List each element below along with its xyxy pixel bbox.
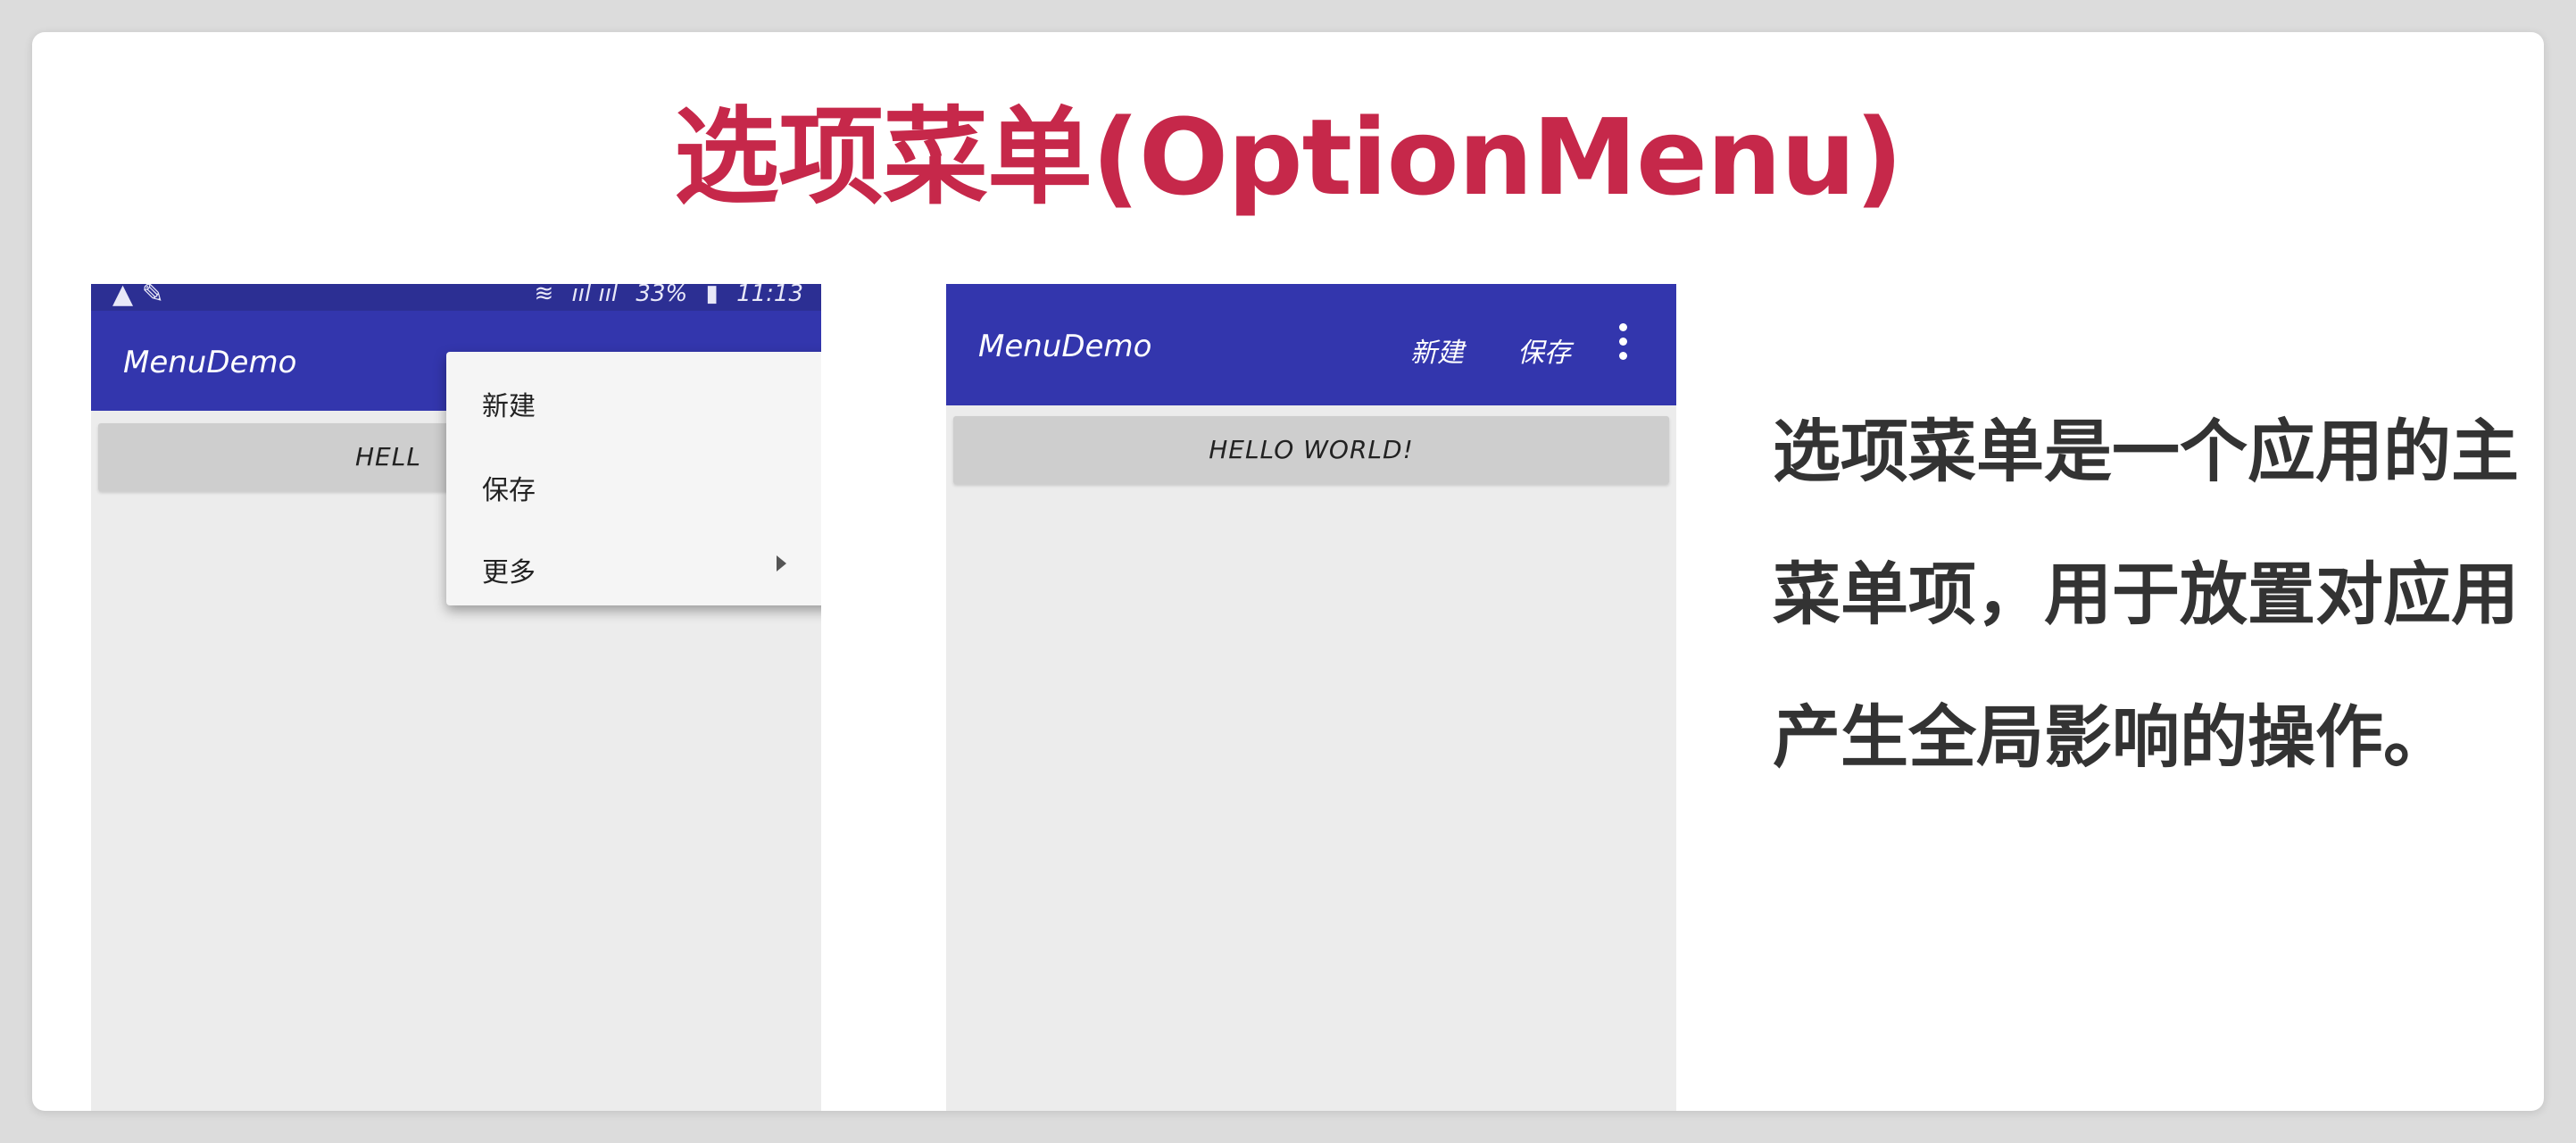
phone-screenshot-menu-open: ▲ ✎ ≋ ııl ııl 33% ▮ 11:13 MenuDemo HELL … [91,284,821,1111]
slide: 选项菜单(OptionMenu) ▲ ✎ ≋ ııl ııl 33% ▮ 11:… [32,32,2544,1111]
notification-icons: ▲ ✎ [112,284,164,310]
battery-icon: ▮ [705,284,719,307]
hello-text-partial: HELL [355,442,421,471]
description-text: 选项菜单是一个应用的主菜单项，用于放置对应用产生全局影响的操作。 [1773,412,2519,777]
battery-level: 33% [636,284,688,307]
wifi-icon: ≋ [534,284,554,307]
hello-world-text: HELLO WORLD! [953,416,1669,484]
signal-icon: ııl ııl [571,284,619,307]
phone-screenshot-action-bar: MenuDemo 新建 保存 HELLO WORLD! [946,284,1676,1111]
action-save-button[interactable]: 保存 [1517,330,1571,370]
slide-title: 选项菜单(OptionMenu) [673,96,1903,219]
clock: 11:13 [736,284,803,307]
more-vert-icon[interactable] [1617,323,1628,366]
app-title: MenuDemo [978,329,1152,364]
action-new-button[interactable]: 新建 [1410,330,1464,370]
submenu-arrow-icon [777,555,786,572]
menu-item-more[interactable]: 更多 [482,550,536,589]
app-bar: MenuDemo 新建 保存 [946,284,1676,405]
app-title: MenuDemo [123,345,297,380]
status-indicators: ≋ ııl ııl 33% ▮ 11:13 [523,284,803,307]
menu-item-new[interactable]: 新建 [482,384,536,423]
status-bar: ▲ ✎ ≋ ııl ııl 33% ▮ 11:13 [91,284,821,311]
options-popup-menu: 新建 保存 更多 [446,352,821,605]
menu-item-save[interactable]: 保存 [482,468,536,507]
